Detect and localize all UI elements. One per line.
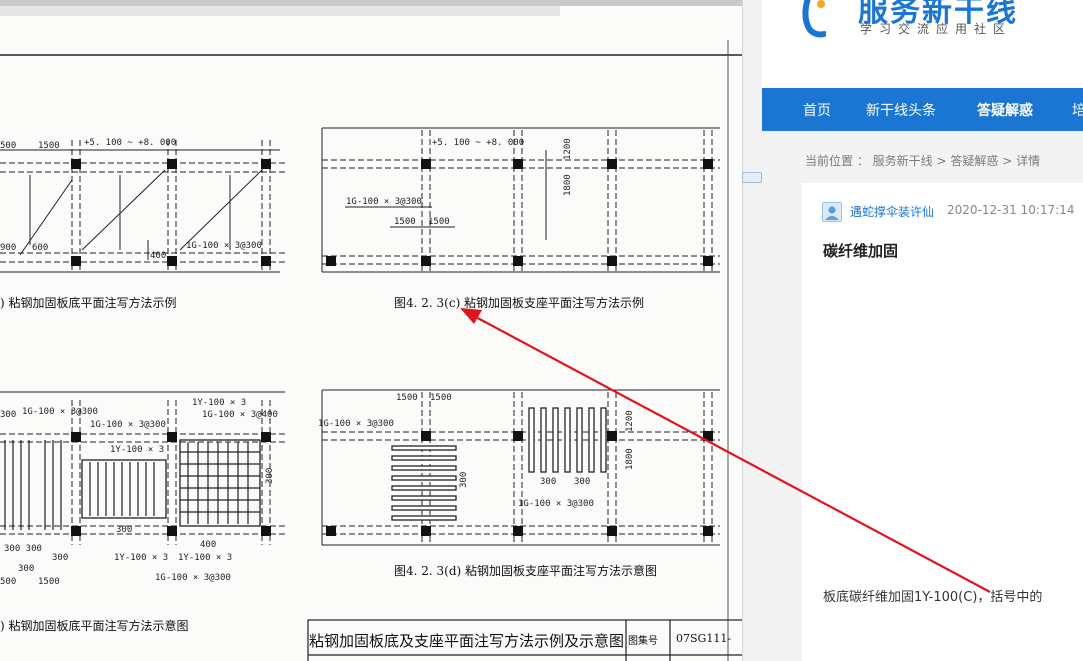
dim-text: 300 300 xyxy=(4,544,42,554)
post-title: 碳纤维加固 xyxy=(823,242,899,260)
logo-mark-icon xyxy=(802,0,826,38)
rebar-note: 1G-100 × 3@300 xyxy=(186,241,262,251)
rebar-note: 1G-100 × 3@300 xyxy=(90,420,166,430)
dim-text: 1500 xyxy=(38,577,60,587)
scan-shadow-2 xyxy=(0,6,560,16)
dim-text: 300 xyxy=(116,525,132,535)
logo-subtitle: 学习交流应用社区 xyxy=(860,22,1013,36)
title-block-title: 粘钢加固板底及支座平面注写方法示例及示意图 xyxy=(309,632,625,650)
dim-text: 1800 xyxy=(563,174,573,196)
dim-text: 300 xyxy=(265,468,275,484)
scan-shadow xyxy=(0,0,742,6)
user-icon xyxy=(825,206,839,220)
dim-text: 1200 xyxy=(625,410,635,432)
breadcrumb: 当前位置 ： 服务新干线 > 答疑解惑 > 详情 xyxy=(805,152,1040,169)
nav-item-headlines[interactable]: 新干线头条 xyxy=(866,100,936,120)
dim-text: 300 xyxy=(540,477,556,487)
dim-text: 300 xyxy=(0,410,16,420)
atlas-number: 07SG111- xyxy=(676,632,732,645)
post-body: 板底碳纤维加固1Y-100(C)，括号中的 xyxy=(823,590,1043,605)
main-nav: 首页 新干线头条 答疑解惑 培 xyxy=(762,88,1083,131)
dim-text: 600 xyxy=(32,243,48,253)
atlas-label: 图集号 xyxy=(628,636,658,647)
dim-text: 500 xyxy=(0,141,16,151)
dim-text: 1500 xyxy=(394,217,416,227)
post-card: 遇蛇撑伞装许仙 2020-12-31 10:17:14 碳纤维加固 板底碳纤维加… xyxy=(802,183,1083,661)
post-timestamp: 2020-12-31 10:17:14 xyxy=(947,203,1075,217)
dim-text: 400 xyxy=(150,251,166,261)
split-handle[interactable] xyxy=(742,172,762,183)
dim-text: 1500 xyxy=(396,393,418,403)
rebar-note: 1Y-100 × 3 xyxy=(192,398,246,408)
breadcrumb-current: 详情 xyxy=(1016,154,1041,168)
nav-item-training[interactable]: 培 xyxy=(1072,100,1083,120)
figure-c-caption: 图4. 2. 3(c) 粘钢加固板支座平面注写方法示例 xyxy=(394,296,645,310)
dim-text: 1500 xyxy=(430,393,452,403)
site-header: 服务新干线 学习交流应用社区 xyxy=(762,0,1083,88)
dim-text: 300 xyxy=(459,472,469,488)
figure-c-columns xyxy=(326,159,713,266)
dim-text: 400 xyxy=(200,540,216,550)
nav-item-home[interactable]: 首页 xyxy=(803,100,831,120)
figure-d-columns xyxy=(326,431,713,536)
breadcrumb-separator: > xyxy=(932,154,951,168)
dim-text: 500 xyxy=(0,577,16,587)
nav-item-qa[interactable]: 答疑解惑 xyxy=(977,100,1033,120)
dim-text: 1800 xyxy=(625,448,635,470)
rebar-note: 1G-100 × 3@300 xyxy=(22,407,98,417)
rebar-note: 1G-100 × 3@400 xyxy=(202,410,278,420)
dim-text: 300 xyxy=(18,564,34,574)
figure-d xyxy=(321,389,720,546)
breadcrumb-link-home[interactable]: 服务新干线 xyxy=(873,154,933,168)
forum-page: 服务新干线 学习交流应用社区 首页 新干线头条 答疑解惑 培 当前位置 ： 服务… xyxy=(762,0,1083,661)
figure-b-columns xyxy=(71,432,271,536)
avatar[interactable] xyxy=(822,202,842,222)
breadcrumb-separator: > xyxy=(998,154,1017,168)
post-author[interactable]: 遇蛇撑伞装许仙 xyxy=(850,203,934,220)
dim-text: 1200 xyxy=(563,138,573,160)
figure-b-caption: ) 粘钢加固板底平面注写方法示意图 xyxy=(0,619,189,633)
rebar-note: 1G-100 × 3@300 xyxy=(518,499,594,509)
dim-text: 900 xyxy=(0,243,16,253)
dim-text: 300 xyxy=(52,553,68,563)
elevation-label: +5. 100 ~ +8. 000 xyxy=(84,138,176,148)
drawing-scan: 500 1500 +5. 100 ~ +8. 000 900 600 400 1… xyxy=(0,0,742,661)
dim-text: 300 xyxy=(574,477,590,487)
rebar-note: 1Y-100 × 3 xyxy=(110,445,164,455)
rebar-note: 1Y-100 × 3 xyxy=(178,553,232,563)
rebar-note: 1Y-100 × 3 xyxy=(114,553,168,563)
dim-text: 1500 xyxy=(428,217,450,227)
elevation-label: +5. 100 ~ +8. 000 xyxy=(432,138,524,148)
breadcrumb-link-qa[interactable]: 答疑解惑 xyxy=(950,154,998,168)
figure-d-caption: 图4. 2. 3(d) 粘钢加固板支座平面注写方法示意图 xyxy=(394,564,658,578)
dim-text: 1500 xyxy=(38,141,60,151)
rebar-note: 1G-100 × 3@300 xyxy=(155,573,231,583)
rebar-note: 1G-100 × 3@300 xyxy=(318,419,394,429)
window-divider xyxy=(742,0,763,661)
figure-a-caption: ) 粘钢加固板底平面注写方法示例 xyxy=(0,296,177,310)
rebar-note: 1G-100 × 3@300 xyxy=(346,197,422,207)
breadcrumb-prefix: 当前位置 ： xyxy=(805,154,869,168)
